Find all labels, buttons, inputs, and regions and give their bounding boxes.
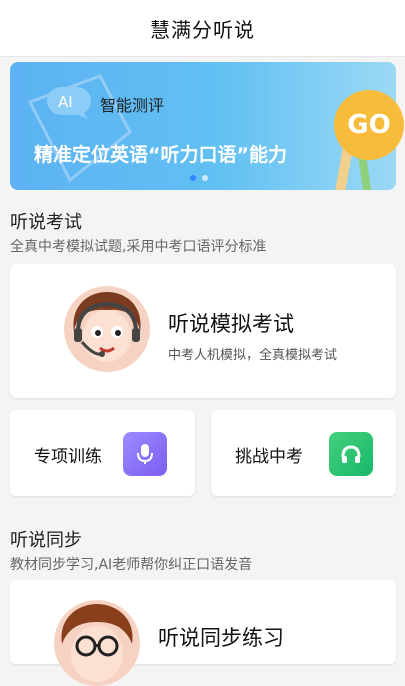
mock-exam-subtitle: 中考人机模拟，全真模拟考试 (168, 348, 338, 363)
headphones-icon (329, 432, 373, 476)
challenge-exam-card[interactable]: 挑战中考 (211, 410, 396, 496)
banner-subtitle: 精准定位英语“听力口语”能力 (34, 144, 287, 166)
banner-ai-text: AI (58, 93, 73, 111)
sync-section-title: 听说同步 (10, 530, 82, 551)
teacher-illustration (64, 286, 150, 372)
carousel-dot[interactable] (202, 175, 208, 181)
banner-title: 智能测评 (100, 96, 165, 115)
teacher-avatar (54, 600, 140, 686)
microphone-icon (123, 432, 167, 476)
sync-section-subtitle: 教材同步学习,AI老师帮你纠正口语发音 (10, 557, 253, 573)
special-training-card[interactable]: 专项训练 (10, 410, 195, 496)
teacher-illustration (61, 604, 133, 682)
special-training-label: 专项训练 (34, 447, 102, 467)
exam-section-title: 听说考试 (10, 212, 82, 233)
sync-practice-title: 听说同步练习 (158, 626, 284, 650)
mock-exam-title: 听说模拟考试 (168, 312, 294, 336)
app-header: 慧满分听说 (0, 0, 405, 57)
page-title: 慧满分听说 (150, 17, 255, 42)
teacher-avatar (64, 286, 150, 372)
challenge-exam-label: 挑战中考 (235, 447, 303, 467)
carousel-dots (190, 175, 208, 181)
carousel-dot-active[interactable] (190, 175, 196, 181)
go-badge: GO (334, 90, 404, 160)
exam-section-subtitle: 全真中考模拟试题,采用中考口语评分标准 (10, 239, 267, 255)
chat-bubble-icon: AI (47, 87, 91, 119)
